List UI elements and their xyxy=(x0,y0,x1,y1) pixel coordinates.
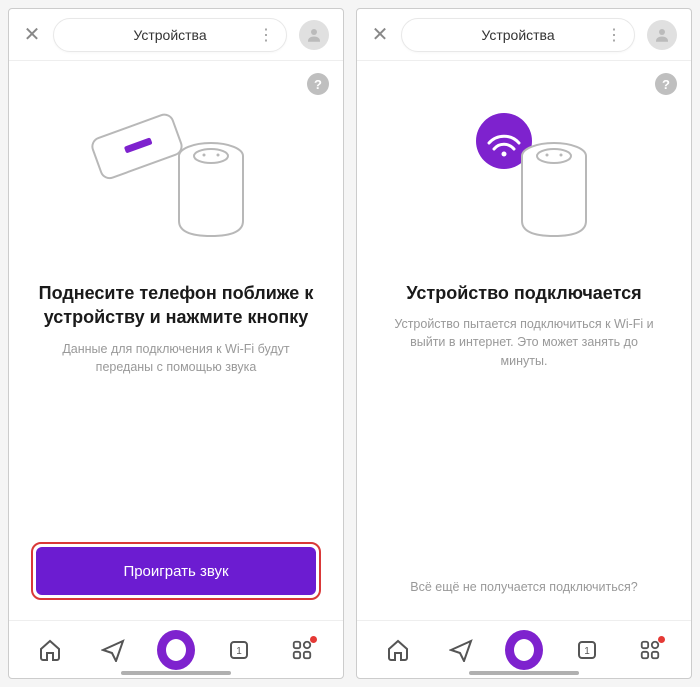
cta-highlight: Проиграть звук xyxy=(31,542,321,600)
content-area: ? Устройство подключается Устройство пыт… xyxy=(357,61,691,620)
nav-home-icon[interactable] xyxy=(31,631,69,669)
illustration-wifi-speaker xyxy=(424,101,624,261)
svg-text:1: 1 xyxy=(236,646,242,657)
nav-alice-icon[interactable] xyxy=(157,631,195,669)
svg-text:1: 1 xyxy=(584,646,590,657)
page-title: Устройства xyxy=(481,27,554,43)
top-bar: ✕ Устройства ⋮ xyxy=(9,9,343,61)
screen-connecting: ✕ Устройства ⋮ ? Устройс xyxy=(356,8,692,679)
more-icon[interactable]: ⋮ xyxy=(606,25,622,45)
help-icon[interactable]: ? xyxy=(307,73,329,95)
nav-badge-icon xyxy=(310,636,317,643)
nav-menu-icon[interactable] xyxy=(631,631,669,669)
nav-send-icon[interactable] xyxy=(442,631,480,669)
nav-badge-icon xyxy=(658,636,665,643)
subtext: Данные для подключения к Wi-Fi будут пер… xyxy=(31,340,321,376)
screen-play-sound: ✕ Устройства ⋮ ? Под xyxy=(8,8,344,679)
nav-alice-icon[interactable] xyxy=(505,631,543,669)
content-area: ? Поднесите телефон поближе к устройству… xyxy=(9,61,343,620)
nav-menu-icon[interactable] xyxy=(283,631,321,669)
heading: Поднесите телефон поближе к устройству и… xyxy=(31,281,321,330)
avatar[interactable] xyxy=(299,20,329,50)
close-button[interactable]: ✕ xyxy=(23,22,41,47)
nav-tabs-icon[interactable]: 1 xyxy=(568,631,606,669)
nav-tabs-icon[interactable]: 1 xyxy=(220,631,258,669)
illustration-phone-speaker xyxy=(76,101,276,261)
page-title: Устройства xyxy=(133,27,206,43)
nav-home-icon[interactable] xyxy=(379,631,417,669)
more-icon[interactable]: ⋮ xyxy=(258,25,274,45)
help-icon[interactable]: ? xyxy=(655,73,677,95)
bottom-nav: 1 xyxy=(357,620,691,678)
nav-send-icon[interactable] xyxy=(94,631,132,669)
avatar[interactable] xyxy=(647,20,677,50)
play-sound-button[interactable]: Проиграть звук xyxy=(36,547,316,595)
bottom-nav: 1 xyxy=(9,620,343,678)
top-bar: ✕ Устройства ⋮ xyxy=(357,9,691,61)
heading: Устройство подключается xyxy=(400,281,647,305)
subtext: Устройство пытается подключиться к Wi-Fi… xyxy=(379,315,669,369)
close-button[interactable]: ✕ xyxy=(371,22,389,47)
title-pill[interactable]: Устройства ⋮ xyxy=(401,18,635,52)
title-pill[interactable]: Устройства ⋮ xyxy=(53,18,287,52)
home-indicator xyxy=(121,671,231,675)
home-indicator xyxy=(469,671,579,675)
troubleshoot-link[interactable]: Всё ещё не получается подключиться? xyxy=(410,580,638,594)
